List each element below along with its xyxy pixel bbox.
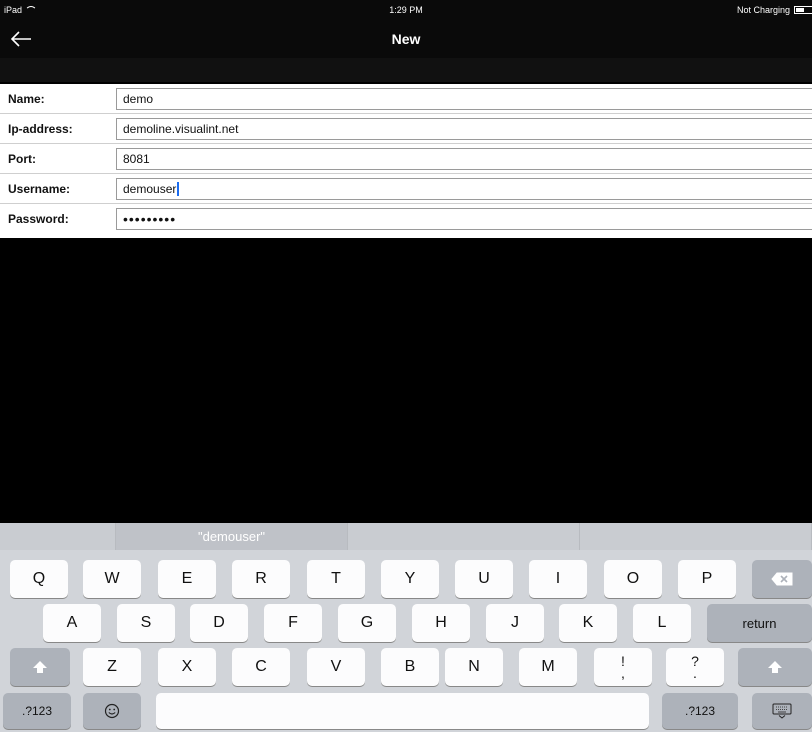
status-time: 1:29 PM bbox=[389, 5, 423, 15]
form-row-password: Password: ••••••••• bbox=[0, 204, 812, 234]
empty-content-area bbox=[0, 238, 812, 523]
password-input[interactable]: ••••••••• bbox=[116, 208, 812, 230]
key-y[interactable]: Y bbox=[381, 560, 439, 598]
key-z[interactable]: Z bbox=[83, 648, 141, 686]
key-d[interactable]: D bbox=[190, 604, 248, 642]
exclamation-comma-glyphs: ! , bbox=[621, 654, 625, 681]
charging-status: Not Charging bbox=[736, 5, 790, 15]
ip-address-input[interactable]: demoline.visualint.net bbox=[116, 117, 812, 140]
key-c[interactable]: C bbox=[232, 648, 290, 686]
connection-form: Name: demo Ip-address: demoline.visualin… bbox=[0, 84, 812, 238]
key-h[interactable]: H bbox=[412, 604, 470, 642]
keyboard-dismiss-icon bbox=[772, 703, 792, 719]
shift-icon bbox=[33, 661, 47, 673]
key-e[interactable]: E bbox=[158, 560, 216, 598]
numbers-key-left[interactable]: .?123 bbox=[3, 693, 71, 729]
shift-key-left[interactable] bbox=[10, 648, 70, 686]
emoji-key[interactable] bbox=[83, 693, 141, 729]
shift-key-right[interactable] bbox=[738, 648, 812, 686]
text-cursor bbox=[177, 181, 179, 196]
suggestion-slot-empty bbox=[0, 523, 116, 550]
suggestion-demouser[interactable]: "demouser" bbox=[116, 523, 348, 550]
key-j[interactable]: J bbox=[486, 604, 544, 642]
key-i[interactable]: I bbox=[529, 560, 587, 598]
form-row-ip: Ip-address: demoline.visualint.net bbox=[0, 114, 812, 144]
key-t[interactable]: T bbox=[307, 560, 365, 598]
key-r[interactable]: R bbox=[232, 560, 290, 598]
header-spacer bbox=[0, 58, 812, 82]
suggestion-slot-3[interactable] bbox=[580, 523, 812, 550]
suggestion-bar: "demouser" bbox=[0, 523, 812, 550]
page-title: New bbox=[391, 31, 421, 47]
comma-glyph: , bbox=[621, 665, 625, 681]
key-n[interactable]: N bbox=[445, 648, 503, 686]
username-value: demouser bbox=[123, 181, 177, 196]
name-input[interactable]: demo bbox=[116, 87, 812, 110]
key-q[interactable]: Q bbox=[10, 560, 68, 598]
key-k[interactable]: K bbox=[559, 604, 617, 642]
navigation-bar: New bbox=[0, 20, 812, 58]
port-input[interactable]: 8081 bbox=[116, 147, 812, 170]
key-s[interactable]: S bbox=[117, 604, 175, 642]
port-label: Port: bbox=[8, 151, 36, 166]
key-f[interactable]: F bbox=[264, 604, 322, 642]
numbers-key-right[interactable]: .?123 bbox=[662, 693, 738, 729]
username-input[interactable]: demouser bbox=[116, 177, 812, 200]
delete-key[interactable] bbox=[752, 560, 812, 598]
space-bar[interactable] bbox=[156, 693, 649, 729]
question-period-glyphs: ? . bbox=[691, 654, 699, 681]
key-b[interactable]: B bbox=[381, 648, 439, 686]
return-key[interactable]: return bbox=[707, 604, 812, 642]
dismiss-keyboard-key[interactable] bbox=[752, 693, 812, 729]
form-row-port: Port: 8081 bbox=[0, 144, 812, 174]
name-label: Name: bbox=[8, 91, 45, 106]
key-x[interactable]: X bbox=[158, 648, 216, 686]
key-m[interactable]: M bbox=[519, 648, 577, 686]
shift-icon bbox=[768, 661, 782, 673]
form-row-name: Name: demo bbox=[0, 84, 812, 114]
key-a[interactable]: A bbox=[43, 604, 101, 642]
period-glyph: . bbox=[693, 665, 697, 681]
key-o[interactable]: O bbox=[604, 560, 662, 598]
key-p[interactable]: P bbox=[678, 560, 736, 598]
key-u[interactable]: U bbox=[455, 560, 513, 598]
suggestion-slot-2[interactable] bbox=[348, 523, 580, 550]
status-right: Not Charging bbox=[737, 5, 812, 15]
key-g[interactable]: G bbox=[338, 604, 396, 642]
key-question-period[interactable]: ? . bbox=[666, 648, 724, 686]
battery-icon bbox=[794, 6, 812, 14]
password-label: Password: bbox=[8, 212, 69, 226]
form-row-username: Username: demouser bbox=[0, 174, 812, 204]
ip-address-label: Ip-address: bbox=[8, 121, 73, 136]
emoji-icon bbox=[104, 703, 120, 719]
backspace-icon bbox=[771, 572, 793, 586]
on-screen-keyboard: "demouser" Q W E R T Y U I O P A S D F G… bbox=[0, 523, 812, 732]
key-l[interactable]: L bbox=[633, 604, 691, 642]
username-label: Username: bbox=[8, 181, 71, 196]
status-bar: iPad 1:29 PM Not Charging bbox=[0, 0, 812, 20]
key-w[interactable]: W bbox=[83, 560, 141, 598]
key-exclamation-comma[interactable]: ! , bbox=[594, 648, 652, 686]
key-v[interactable]: V bbox=[307, 648, 365, 686]
